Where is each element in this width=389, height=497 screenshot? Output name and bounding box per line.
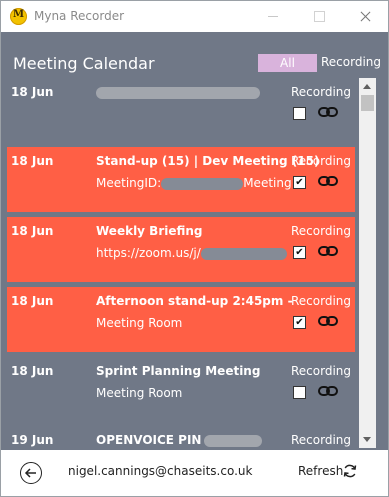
link-icon[interactable]	[318, 174, 338, 188]
redacted-text	[204, 434, 263, 447]
recording-label: Recording	[291, 85, 352, 99]
redacted-text	[161, 177, 244, 190]
meeting-title: Stand-up (15) | Dev Meeting (15)	[96, 154, 320, 168]
meeting-title: Weekly Briefing	[96, 224, 203, 238]
account-email: nigel.cannings@chaseits.co.uk	[68, 464, 253, 478]
recording-label: Recording	[291, 294, 352, 308]
main-panel: Meeting Calendar All Recording 18 Jun Re…	[1, 32, 388, 450]
meeting-subtitle: Meeting Room	[96, 316, 183, 330]
meeting-date: 19 Jun	[11, 433, 54, 447]
meeting-id-label: MeetingID:	[96, 176, 162, 190]
recording-checkbox[interactable]: ✔	[293, 316, 306, 329]
meeting-link-text: https://zoom.us/j/	[96, 246, 201, 260]
footer-bar: nigel.cannings@chaseits.co.uk Refresh	[1, 450, 388, 496]
vertical-scrollbar[interactable]	[359, 78, 376, 448]
arrow-left-icon	[24, 468, 36, 478]
meeting-date: 18 Jun	[11, 294, 54, 308]
redacted-text	[96, 86, 260, 99]
refresh-button[interactable]: Refresh	[298, 464, 343, 478]
recording-checkbox[interactable]	[293, 386, 306, 399]
scroll-up-arrow-icon[interactable]	[359, 78, 376, 94]
recording-label: Recording	[291, 364, 352, 378]
meeting-subtitle: https://zoom.us/j/	[96, 246, 287, 260]
meeting-subtitle: MeetingID: Meeting	[96, 176, 292, 190]
meeting-row[interactable]: 18 Jun Weekly Briefing https://zoom.us/j…	[7, 217, 355, 282]
link-icon[interactable]	[318, 314, 338, 328]
meeting-title: OPENVOICE PIN	[96, 433, 263, 447]
meeting-row[interactable]: 18 Jun Afternoon stand-up 2:45pm - Meeti…	[7, 287, 355, 352]
meeting-row[interactable]: 18 Jun Sprint Planning Meeting Meeting R…	[7, 357, 355, 422]
app-logo-icon: M	[10, 8, 27, 25]
link-icon[interactable]	[318, 384, 338, 398]
meeting-subtitle: Meeting Room	[96, 386, 183, 400]
filter-all-button[interactable]: All	[258, 54, 317, 72]
meeting-date: 18 Jun	[11, 85, 54, 99]
close-button[interactable]	[342, 1, 388, 32]
redacted-text	[200, 247, 287, 260]
recording-checkbox[interactable]	[293, 107, 306, 120]
back-button[interactable]	[20, 462, 42, 484]
app-logo-letter: M	[12, 9, 25, 20]
recording-label: Recording	[291, 224, 352, 238]
meeting-date: 18 Jun	[11, 154, 54, 168]
meeting-title: Afternoon stand-up 2:45pm -	[96, 294, 293, 308]
meeting-title-text: OPENVOICE PIN	[96, 433, 202, 447]
link-icon[interactable]	[318, 244, 338, 258]
recording-checkbox[interactable]: ✔	[293, 176, 306, 189]
refresh-icon[interactable]	[342, 463, 358, 479]
meeting-list: 18 Jun Recording 18 Jun Stand-up (15) | …	[7, 78, 355, 450]
maximize-button[interactable]	[296, 1, 342, 32]
window-title: Myna Recorder	[34, 9, 125, 23]
title-bar: M Myna Recorder	[1, 1, 388, 32]
meeting-row[interactable]: 19 Jun OPENVOICE PIN Recording	[7, 426, 355, 450]
page-title: Meeting Calendar	[13, 54, 155, 73]
minimize-button[interactable]	[250, 1, 296, 32]
meeting-row[interactable]: 18 Jun Recording	[7, 78, 355, 143]
recording-label: Recording	[291, 433, 352, 447]
scroll-down-arrow-icon[interactable]	[359, 432, 376, 448]
meeting-subtitle-suffix: Meeting	[243, 176, 292, 190]
meeting-title: Sprint Planning Meeting	[96, 364, 261, 378]
scroll-thumb[interactable]	[361, 95, 374, 111]
meeting-date: 18 Jun	[11, 224, 54, 238]
app-window: M Myna Recorder Meeting Calendar All Rec…	[0, 0, 389, 497]
recording-label: Recording	[291, 154, 352, 168]
meeting-title	[96, 85, 260, 99]
filter-recording-button[interactable]: Recording	[321, 55, 381, 69]
meeting-row[interactable]: 18 Jun Stand-up (15) | Dev Meeting (15) …	[7, 147, 355, 212]
link-icon[interactable]	[318, 105, 338, 119]
meeting-date: 18 Jun	[11, 364, 54, 378]
recording-checkbox[interactable]: ✔	[293, 246, 306, 259]
